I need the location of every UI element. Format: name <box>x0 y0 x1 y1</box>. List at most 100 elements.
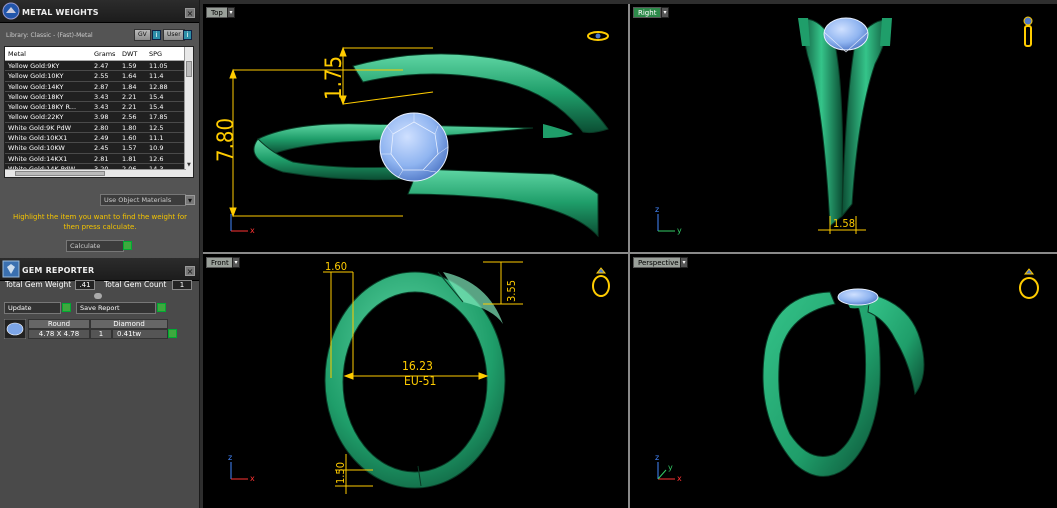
gem-report-icon <box>2 260 20 278</box>
viewport-right[interactable]: 1.58 z y Right ▾ <box>630 4 1057 252</box>
panel-title: METAL WEIGHTS <box>22 8 99 17</box>
table-cell: 2.49 <box>94 134 109 143</box>
use-object-materials-dropdown[interactable]: Use Object Materials <box>100 194 186 206</box>
table-cell: 15.4 <box>149 103 164 112</box>
table-row[interactable]: Yellow Gold:10KY 2.55 1.64 11.4 <box>5 71 193 82</box>
table-row[interactable]: Yellow Gold:22KY 3.98 2.56 17.85 <box>5 112 193 123</box>
top-view-ring-icon[interactable] <box>587 31 609 41</box>
col-dwt[interactable]: DWT <box>119 47 146 60</box>
axis-z-label: z <box>228 453 232 462</box>
calculate-go-icon[interactable] <box>123 241 132 250</box>
viewport-perspective[interactable]: z y x Perspective ▾ <box>630 254 1057 508</box>
table-cell: 1.60 <box>122 134 137 143</box>
axis-x-label: x <box>677 474 682 483</box>
horizontal-scrollbar[interactable] <box>5 169 186 177</box>
gem-type: Diamond <box>90 319 168 329</box>
user-info-icon[interactable]: i <box>183 30 192 40</box>
table-cell: 2.81 <box>94 154 109 163</box>
metal-table[interactable]: Metal Grams DWT SPG Yellow Gold:9KY 2.47 1… <box>4 46 194 178</box>
close-icon[interactable]: × <box>185 266 195 276</box>
axis-y-label: y <box>677 226 682 235</box>
panel-title: GEM REPORTER <box>22 266 95 275</box>
gem-reporter-header: GEM REPORTER × <box>0 258 199 281</box>
chevron-down-icon[interactable]: ▾ <box>185 195 195 205</box>
col-metal[interactable]: Metal <box>5 47 91 60</box>
vertical-scrollbar[interactable]: ▼ <box>184 47 193 177</box>
table-cell: Yellow Gold:18KY <box>8 92 64 101</box>
table-cell: 2.56 <box>122 113 137 122</box>
table-cell: 12.5 <box>149 123 164 132</box>
table-cell: 10.9 <box>149 144 164 153</box>
gem-size: 4.78 X 4.78 <box>28 329 90 339</box>
front-view-ring-icon[interactable] <box>592 267 610 297</box>
view-label-perspective[interactable]: Perspective <box>633 257 684 268</box>
calculate-button[interactable]: Calculate <box>66 240 124 252</box>
top-view-drawing: 1.75 7.80 x <box>214 31 609 238</box>
viewport-top[interactable]: 1.75 7.80 x Top ▾ <box>203 4 628 252</box>
table-cell: 1.64 <box>122 72 137 81</box>
total-gem-weight-value: .41 <box>75 280 95 290</box>
table-row[interactable]: White Gold:10KW 2.45 1.57 10.9 <box>5 143 193 154</box>
view-label-top[interactable]: Top <box>206 7 228 18</box>
table-row[interactable]: Yellow Gold:18KY 3.43 2.21 15.4 <box>5 91 193 103</box>
gem-go-icon[interactable] <box>168 329 177 338</box>
table-cell: 15.4 <box>149 92 164 101</box>
table-cell: 12.88 <box>149 82 168 91</box>
gem-reporter-panel: GEM REPORTER × Total Gem Weight .41 Tota… <box>0 258 200 508</box>
axis-z-label: z <box>655 205 659 214</box>
table-cell: 2.21 <box>122 103 137 112</box>
table-row[interactable]: White Gold:14KX1 2.81 1.81 12.6 <box>5 153 193 164</box>
table-row[interactable]: White Gold:10KX1 2.49 1.60 11.1 <box>5 133 193 144</box>
user-button[interactable]: User <box>163 29 185 41</box>
gem-row[interactable]: Round 4.78 X 4.78 Diamond 1 0.41tw <box>4 317 180 343</box>
dim-1-58: 1.58 <box>833 217 855 230</box>
table-cell: 1.59 <box>122 62 137 70</box>
right-view-ring-icon[interactable] <box>1023 16 1033 47</box>
table-cell: 1.57 <box>122 144 137 153</box>
table-row[interactable]: White Gold:9K PdW 2.80 1.80 12.5 <box>5 122 193 134</box>
close-icon[interactable]: × <box>185 8 195 18</box>
table-cell: Yellow Gold:22KY <box>8 113 64 122</box>
table-cell: 2.21 <box>122 92 137 101</box>
view-menu-front[interactable]: ▾ <box>232 257 240 268</box>
table-cell: 11.05 <box>149 62 168 70</box>
dim-3-55: 3.55 <box>505 280 518 302</box>
view-menu-perspective[interactable]: ▾ <box>680 257 688 268</box>
gv-button[interactable]: GV <box>134 29 151 41</box>
table-cell: Yellow Gold:14KY <box>8 82 64 91</box>
perspective-view-ring-icon[interactable] <box>1019 268 1039 299</box>
view-menu-right[interactable]: ▾ <box>661 7 669 18</box>
view-label-right[interactable]: Right <box>633 7 662 18</box>
view-label-front[interactable]: Front <box>206 257 234 268</box>
view-menu-top[interactable]: ▾ <box>227 7 235 18</box>
table-cell: 1.84 <box>122 82 137 91</box>
col-spg[interactable]: SPG <box>146 47 176 60</box>
table-cell: 11.4 <box>149 72 164 81</box>
table-row[interactable]: Yellow Gold:14KY 2.87 1.84 12.88 <box>5 81 193 92</box>
dim-1-60: 1.60 <box>325 260 347 273</box>
hint-text: Highlight the item you want to find the … <box>12 213 188 231</box>
table-cell: White Gold:10KW <box>8 144 65 153</box>
front-view-drawing: 1.60 3.55 16.23 EU-51 1.50 z x <box>228 260 610 494</box>
axis-y-label: y <box>668 463 673 472</box>
gv-info-icon[interactable]: i <box>152 30 161 40</box>
table-cell: 2.45 <box>94 144 109 153</box>
table-row[interactable]: Yellow Gold:18KY R... 3.43 2.21 15.4 <box>5 102 193 113</box>
viewport-front[interactable]: 1.60 3.55 16.23 EU-51 1.50 z x Front ▾ <box>203 254 628 508</box>
table-cell: Yellow Gold:10KY <box>8 72 64 81</box>
save-report-button[interactable]: Save Report <box>76 302 156 314</box>
table-cell: 17.85 <box>149 113 168 122</box>
update-go-icon[interactable] <box>62 303 71 312</box>
table-cell: 3.43 <box>94 103 109 112</box>
table-cell: 2.55 <box>94 72 109 81</box>
table-row[interactable]: Yellow Gold:9KY 2.47 1.59 11.05 <box>5 61 193 72</box>
metal-weights-panel: METAL WEIGHTS × Library: Classic - (Fast… <box>0 0 200 258</box>
table-cell: White Gold:10KX1 <box>8 134 68 143</box>
library-label: Library: Classic - (Fast)-Metal <box>6 32 93 39</box>
save-report-go-icon[interactable] <box>157 303 166 312</box>
gem-count: 1 <box>90 329 112 339</box>
col-grams[interactable]: Grams <box>91 47 119 60</box>
update-button[interactable]: Update <box>4 302 61 314</box>
splitter-handle[interactable] <box>94 293 102 299</box>
right-view-drawing: 1.58 z y <box>655 16 1033 235</box>
